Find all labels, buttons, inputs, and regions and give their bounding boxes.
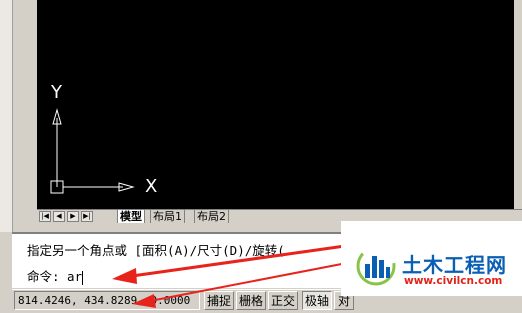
snap-button[interactable]: 捕捉 xyxy=(204,291,234,310)
drawing-area[interactable]: Y X xyxy=(37,0,514,210)
last-tab-button[interactable]: ▶| xyxy=(81,211,93,222)
ortho-button[interactable]: 正交 xyxy=(268,291,298,310)
text-cursor xyxy=(82,270,84,285)
ucs-x-label: X xyxy=(145,176,158,197)
first-tab-button[interactable]: |◀ xyxy=(39,211,51,222)
watermark-url: www.civilcn.com xyxy=(404,275,503,287)
polar-button[interactable]: 极轴 xyxy=(302,291,332,310)
tab-layout1[interactable]: 布局1 xyxy=(150,210,185,223)
tab-model[interactable]: 模型 xyxy=(117,210,145,223)
next-tab-button[interactable]: ▶ xyxy=(67,211,79,222)
previous-tab-button[interactable]: ◀ xyxy=(53,211,65,222)
vertical-scrollbar[interactable] xyxy=(514,0,522,210)
window-frame-left xyxy=(0,0,13,232)
command-history-line: 指定另一个角点或 [面积(A)/尺寸(D)/旋转( xyxy=(27,243,285,258)
command-prompt: 命令: ar xyxy=(27,269,83,284)
command-input-line[interactable]: 命令: ar xyxy=(27,266,84,285)
coordinate-readout[interactable]: 814.4246, 434.8289, 0.0000 xyxy=(14,291,200,310)
ucs-y-label: Y xyxy=(51,82,62,103)
tab-layout2[interactable]: 布局2 xyxy=(194,210,229,223)
ucs-icon xyxy=(50,108,135,194)
watermark-logo-icon xyxy=(356,246,396,286)
grid-button[interactable]: 栅格 xyxy=(236,291,266,310)
watermark-title: 土木工程网 xyxy=(402,253,507,277)
